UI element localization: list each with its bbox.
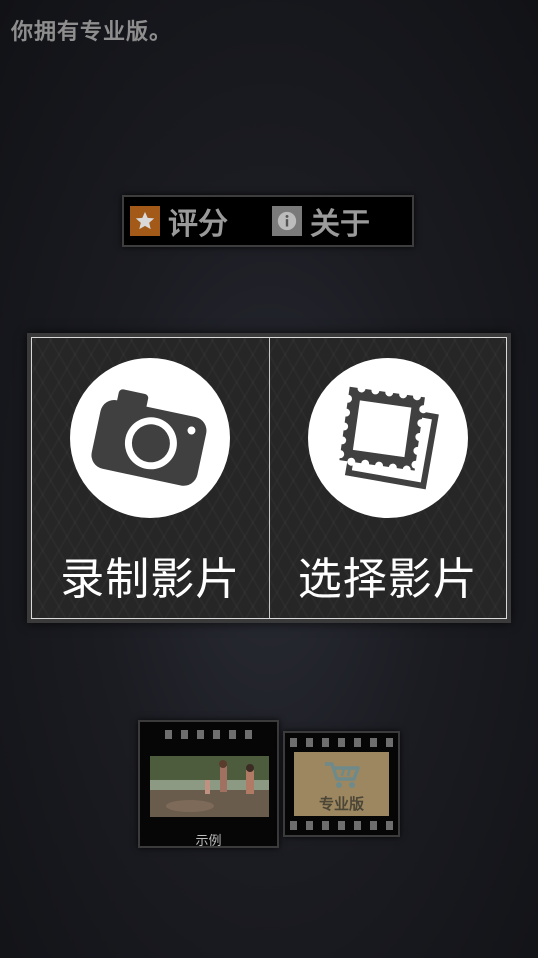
action-bar: 评分 关于 [122, 195, 414, 247]
sample-video-thumbnail[interactable]: 示例 [138, 720, 279, 849]
choose-circle [307, 358, 468, 518]
pro-caption: 专业版 [318, 795, 364, 813]
main-panel: 录制影片 选择影片 [27, 333, 511, 623]
record-video-label: 录制影片 [60, 554, 241, 605]
camera-icon [91, 389, 207, 486]
rate-label: 评分 [168, 207, 228, 242]
film-holes [140, 730, 277, 739]
cart-icon [325, 762, 360, 788]
info-icon [272, 206, 302, 236]
sample-caption: 示例 [195, 834, 222, 849]
sample-photo [150, 756, 269, 817]
about-label: 关于 [310, 207, 370, 242]
record-video-button[interactable]: 录制影片 [32, 338, 269, 618]
film-holes [285, 821, 398, 830]
choose-video-button[interactable]: 选择影片 [268, 338, 507, 618]
star-icon [130, 206, 160, 236]
photo-stamp-icon [335, 384, 439, 490]
choose-video-label: 选择影片 [297, 554, 478, 605]
pro-status-text: 你拥有专业版。 [11, 20, 173, 45]
about-button[interactable]: 关于 [272, 202, 370, 242]
film-holes [285, 738, 398, 747]
pro-badge: 专业版 [294, 752, 389, 816]
rate-button[interactable]: 评分 [130, 202, 228, 242]
pro-version-thumbnail[interactable]: 专业版 [283, 731, 400, 837]
record-circle [70, 358, 231, 518]
